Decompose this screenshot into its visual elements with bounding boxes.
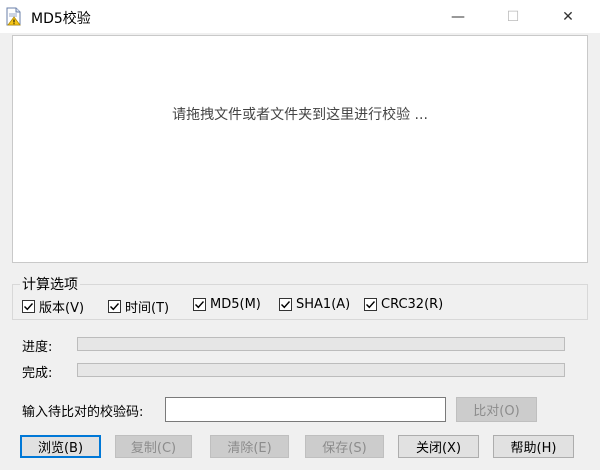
checkbox-checked-icon <box>364 298 377 311</box>
close-button[interactable]: 关闭(X) <box>398 435 479 458</box>
title-bar: MD5校验 — ☐ ✕ <box>0 0 600 33</box>
checkbox-crc32[interactable]: CRC32(R) <box>364 297 443 312</box>
checkbox-time[interactable]: 时间(T) <box>108 297 169 316</box>
drop-hint-text: 请拖拽文件或者文件夹到这里进行校验 ... <box>172 107 428 123</box>
checkbox-checked-icon <box>193 298 206 311</box>
complete-label: 完成: <box>22 366 53 381</box>
checkbox-checked-icon <box>279 298 292 311</box>
checkbox-checked-icon <box>22 300 35 313</box>
maximize-button[interactable]: ☐ <box>490 0 536 33</box>
checkbox-label: 时间(T) <box>125 301 170 316</box>
checkbox-sha1[interactable]: SHA1(A) <box>279 297 350 312</box>
progress-label: 进度: <box>22 340 53 355</box>
complete-bar <box>77 363 565 377</box>
options-group-title: 计算选项 <box>20 274 80 294</box>
save-button[interactable]: 保存(S) <box>305 435 384 458</box>
compare-button[interactable]: 比对(O) <box>456 397 537 422</box>
close-window-button[interactable]: ✕ <box>545 0 591 33</box>
compare-code-label: 输入待比对的校验码: <box>22 405 144 420</box>
copy-button[interactable]: 复制(C) <box>115 435 192 458</box>
document-warning-icon <box>6 7 22 26</box>
file-drop-area[interactable]: 请拖拽文件或者文件夹到这里进行校验 ... <box>12 35 588 263</box>
checkbox-label: 版本(V) <box>39 301 85 316</box>
checkbox-label: SHA1(A) <box>296 297 351 312</box>
minimize-button[interactable]: — <box>435 0 481 33</box>
browse-button[interactable]: 浏览(B) <box>20 435 101 458</box>
checkbox-label: MD5(M) <box>210 297 261 312</box>
window-title: MD5校验 <box>31 11 91 27</box>
checkbox-md5[interactable]: MD5(M) <box>193 297 261 312</box>
compare-code-input[interactable] <box>165 397 446 422</box>
checkbox-label: CRC32(R) <box>381 297 444 312</box>
clear-button[interactable]: 清除(E) <box>210 435 289 458</box>
checkbox-checked-icon <box>108 300 121 313</box>
progress-bar <box>77 337 565 351</box>
help-button[interactable]: 帮助(H) <box>493 435 574 458</box>
checkbox-version[interactable]: 版本(V) <box>22 297 84 316</box>
